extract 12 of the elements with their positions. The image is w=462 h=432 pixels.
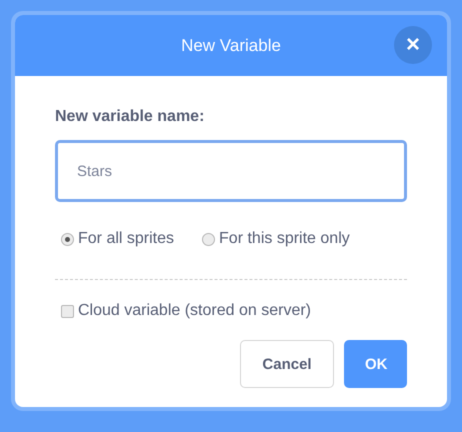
radio-button[interactable]	[202, 232, 216, 246]
checkbox-label: Cloud variable (stored on server)	[78, 302, 311, 320]
close-button[interactable]: ×	[394, 26, 432, 64]
radio-button[interactable]	[61, 232, 74, 246]
dialog-title: New Variable	[181, 36, 281, 56]
cancel-button[interactable]: Cancel	[240, 340, 334, 388]
radio-label: For all sprites	[78, 230, 174, 248]
cloud-checkbox[interactable]	[61, 304, 74, 318]
ok-button[interactable]: OK	[344, 340, 407, 388]
radio-label: For this sprite only	[219, 230, 350, 248]
variable-name-field[interactable]: Stars	[55, 140, 407, 202]
field-label: New variable name:	[55, 108, 206, 126]
